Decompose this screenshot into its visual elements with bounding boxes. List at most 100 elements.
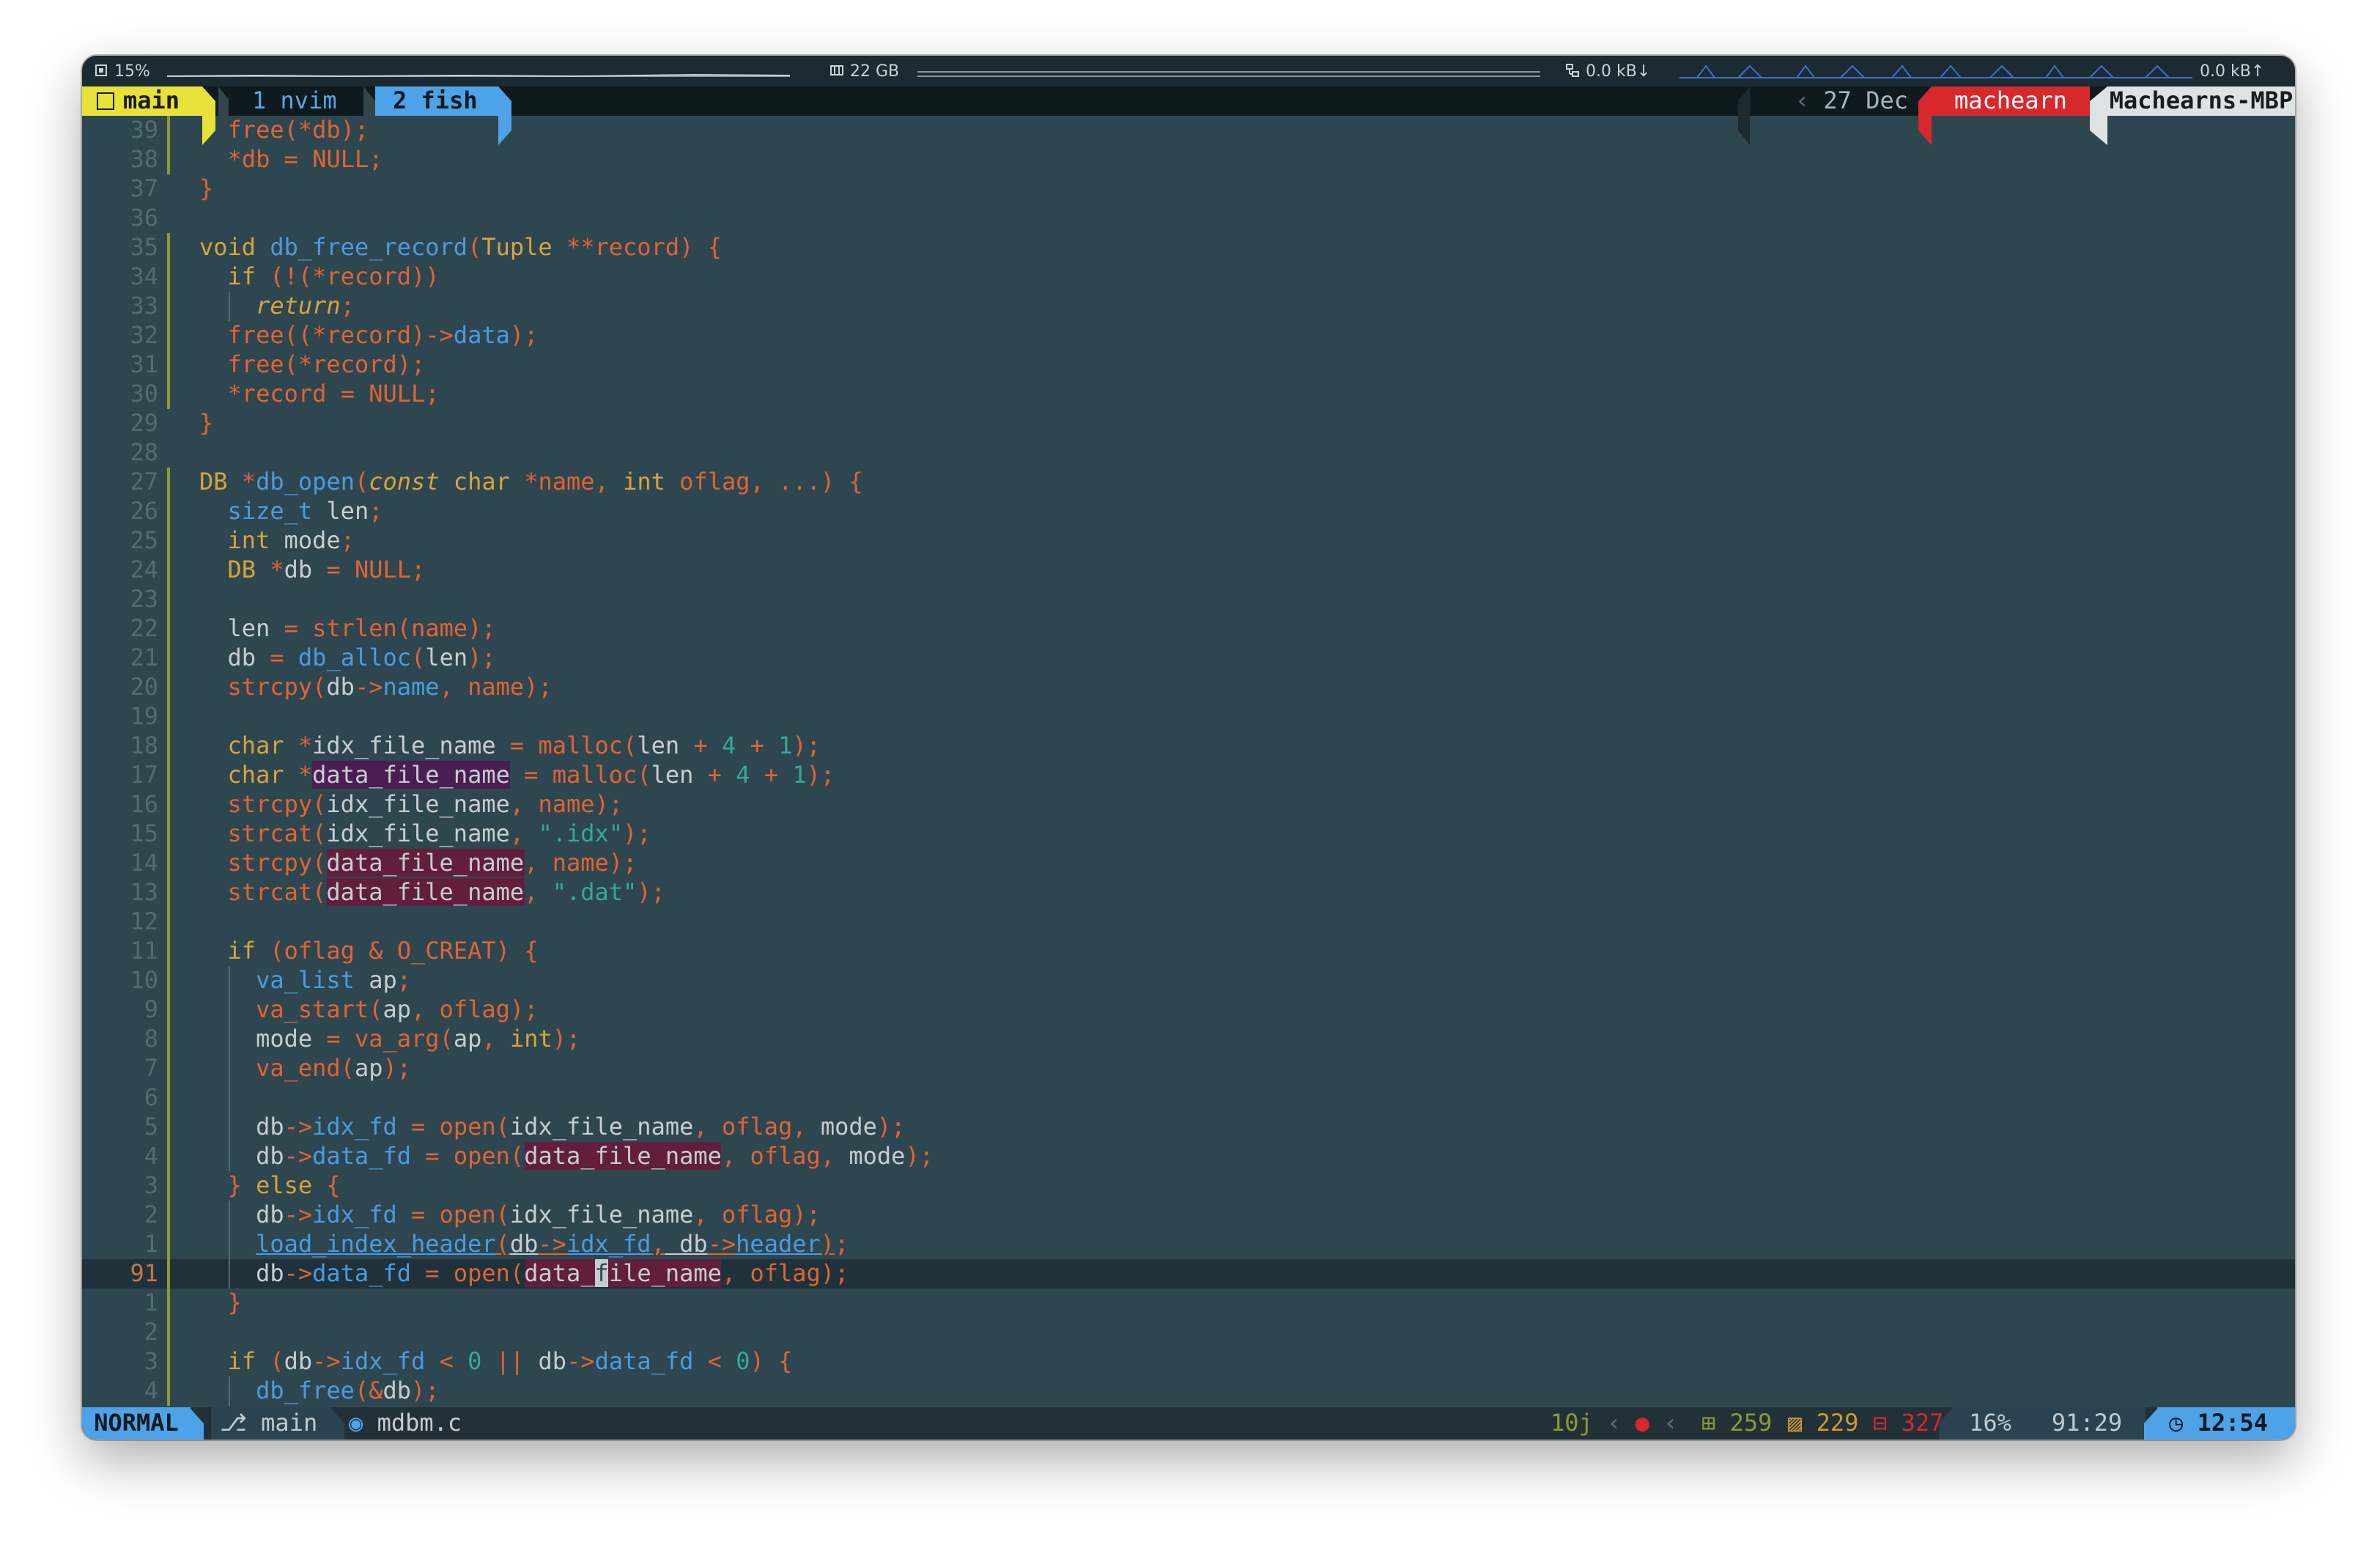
- tmux-date: ‹ 27 Dec: [1795, 86, 1908, 114]
- cpu-value: 15%: [114, 62, 150, 81]
- line-number: 10: [130, 966, 158, 994]
- git-added-marker: [167, 468, 170, 497]
- line-number: 12: [130, 907, 158, 935]
- git-added-marker: [167, 1054, 170, 1083]
- tmux-window-1-label: 1 nvim: [252, 86, 337, 114]
- line-number: 13: [130, 878, 158, 906]
- line-number: 25: [130, 526, 158, 554]
- file-name: ◉ mdbm.c: [349, 1407, 462, 1440]
- git-added-marker: [167, 1025, 170, 1054]
- tmux-session: main: [82, 86, 202, 116]
- code-text: strcat(idx_file_name, ".idx");: [227, 819, 651, 847]
- code-line: 39 free(*db);: [82, 116, 2295, 145]
- code-text: *record = NULL;: [227, 380, 440, 408]
- git-added-marker: [167, 292, 170, 321]
- session-square-icon: [97, 92, 114, 110]
- git-added-marker: [167, 116, 170, 145]
- code-line: 4 db->data_fd = open(data_file_name, ofl…: [82, 1142, 2295, 1171]
- code-line: 32 free((*record)->data);: [82, 321, 2295, 350]
- jump-count: 10j ‹ ● ‹: [1551, 1409, 1678, 1437]
- tmux-date-label: 27 Dec: [1823, 86, 1908, 114]
- jump-count-label: 10j: [1551, 1409, 1593, 1437]
- git-added-marker: [167, 907, 170, 937]
- code-line: 35 void db_free_record(Tuple **record) {: [82, 233, 2295, 262]
- git-added-marker: [167, 1259, 170, 1289]
- code-text: strcpy(data_file_name, name);: [227, 849, 638, 877]
- git-added-marker: [167, 145, 170, 174]
- code-text: char *data_file_name = malloc(len + 4 + …: [227, 761, 835, 789]
- code-text: db->data_fd = open(data_file_name, oflag…: [256, 1142, 934, 1170]
- code-text: int mode;: [227, 526, 355, 554]
- net-up-value: 0.0 kB↑: [2200, 62, 2265, 81]
- cursor-position: 91:29: [2028, 1407, 2146, 1440]
- git-added-marker: [167, 350, 170, 380]
- code-text: db_free(&db);: [256, 1376, 440, 1404]
- powerline-arrow-icon: [331, 1409, 344, 1440]
- memory-usage: 22 GB: [829, 56, 899, 86]
- code-line: 27 DB *db_open(const char *name, int ofla…: [82, 468, 2295, 497]
- code-line: 5 db->idx_fd = open(idx_file_name, oflag…: [82, 1113, 2295, 1142]
- code-text: strcat(data_file_name, ".dat");: [227, 878, 665, 906]
- file-name-label: mdbm.c: [377, 1409, 462, 1437]
- line-number: 35: [130, 233, 158, 261]
- line-number: 22: [130, 614, 158, 642]
- git-added-marker: [167, 233, 170, 262]
- tmux-host: Machearns-MBP: [2107, 86, 2295, 116]
- code-line: 19: [82, 702, 2295, 731]
- git-added-marker: [167, 1230, 170, 1259]
- code-line: 25 int mode;: [82, 526, 2295, 556]
- cpu-icon: [95, 64, 107, 76]
- line-number: 17: [130, 761, 158, 789]
- code-line: 10 va_list ap;: [82, 966, 2295, 995]
- code-text: db = db_alloc(len);: [227, 644, 496, 671]
- code-line: 9 va_start(ap, oflag);: [82, 995, 2295, 1025]
- tmux-window-1[interactable]: 1 nvim: [229, 86, 363, 116]
- tmux-window-2[interactable]: 2 fish: [375, 86, 498, 116]
- system-stats-bar: 15% 22 GB 0.0 kB↓ 0.0 kB↑: [82, 56, 2295, 86]
- minus-square-icon: ⊟: [1873, 1409, 1888, 1437]
- line-number: 33: [130, 292, 158, 320]
- git-added-marker: [167, 702, 170, 731]
- vim-statusline: NORMAL ⎇ main ◉ mdbm.c 10j ‹ ● ‹ ⊞ 259 ▨…: [82, 1407, 2295, 1440]
- code-line: 14 strcpy(data_file_name, name);: [82, 849, 2295, 878]
- git-added-marker: [167, 1347, 170, 1376]
- code-line: 15 strcat(idx_file_name, ".idx");: [82, 819, 2295, 849]
- code-text: db->idx_fd = open(idx_file_name, oflag);: [256, 1201, 821, 1228]
- editor-pane[interactable]: 39 free(*db); 38 *db = NULL; 37} 36 35 vo…: [82, 116, 2295, 1407]
- line-number: 38: [130, 145, 158, 173]
- line-number: 16: [130, 790, 158, 818]
- code-text: if (db->idx_fd < 0 || db->data_fd < 0) {: [227, 1347, 793, 1375]
- line-number: 1: [144, 1289, 158, 1316]
- powerline-left-arrow-icon: [2144, 1409, 2157, 1440]
- line-number: 4: [144, 1376, 158, 1404]
- c-file-icon: ◉: [349, 1409, 363, 1437]
- line-number: 9: [144, 995, 158, 1023]
- code-line: 37}: [82, 174, 2295, 204]
- line-number: 1: [144, 1230, 158, 1258]
- line-number: 23: [130, 585, 158, 613]
- git-added-marker: [167, 321, 170, 350]
- line-number: 8: [144, 1025, 158, 1053]
- code-text: DB *db_open(const char *name, int oflag,…: [199, 468, 863, 495]
- scroll-percent: 16%: [1952, 1407, 2028, 1440]
- git-added-marker: [167, 1289, 170, 1318]
- code-line-current: 91 db->data_fd = open(data_file_name, of…: [82, 1259, 2295, 1289]
- git-added-marker: [167, 1376, 170, 1406]
- code-text: *db = NULL;: [227, 145, 383, 173]
- line-number: 19: [130, 702, 158, 730]
- code-text: len = strlen(name);: [227, 614, 496, 642]
- clock: ◷ 12:54: [2157, 1407, 2295, 1440]
- git-added-marker: [167, 1083, 170, 1113]
- code-line: 12: [82, 907, 2295, 937]
- code-text: char *idx_file_name = malloc(len + 4 + 1…: [227, 731, 821, 759]
- code-text: db->data_fd = open(data_file_name, oflag…: [256, 1259, 849, 1287]
- line-number: 28: [130, 438, 158, 466]
- code-line: 8 mode = va_arg(ap, int);: [82, 1025, 2295, 1054]
- code-line: 1 }: [82, 1289, 2295, 1318]
- code-line: 20 strcpy(db->name, name);: [82, 673, 2295, 702]
- code-text: strcpy(db->name, name);: [227, 673, 552, 701]
- git-added-marker: [167, 937, 170, 966]
- code-text: free(*db);: [227, 116, 369, 144]
- code-line: 31 free(*record);: [82, 350, 2295, 380]
- git-added-marker: [167, 1142, 170, 1171]
